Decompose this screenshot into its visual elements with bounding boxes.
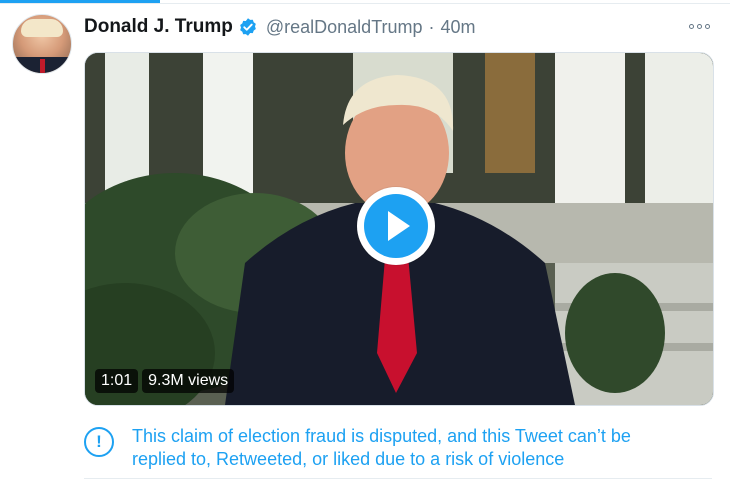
play-button[interactable] bbox=[357, 187, 435, 265]
video-view-count: 9.3M views bbox=[142, 369, 235, 393]
tweet-timestamp[interactable]: 40m bbox=[441, 17, 476, 38]
play-icon bbox=[364, 194, 428, 258]
author-name[interactable]: Donald J. Trump bbox=[84, 16, 233, 38]
disputed-claim-notice[interactable]: ! This claim of election fraud is disput… bbox=[84, 418, 712, 476]
author-handle[interactable]: @realDonaldTrump bbox=[266, 17, 423, 38]
more-options-icon[interactable] bbox=[689, 20, 711, 32]
video-duration: 1:01 bbox=[95, 369, 139, 393]
notice-line-1: This claim of election fraud is disputed… bbox=[132, 426, 631, 446]
avatar[interactable] bbox=[12, 14, 72, 74]
video-player[interactable]: 1:01 9.3M views bbox=[84, 52, 714, 406]
video-meta: 1:01 9.3M views bbox=[95, 369, 235, 393]
header-separator: · bbox=[428, 16, 435, 37]
bottom-divider bbox=[84, 478, 712, 479]
notice-line-2: replied to, Retweeted, or liked due to a… bbox=[132, 449, 565, 469]
exclamation-circle-icon: ! bbox=[84, 427, 114, 457]
tweet-header: Donald J. Trump @realDonaldTrump · 40m bbox=[84, 14, 476, 40]
verified-badge-icon bbox=[240, 18, 256, 36]
notice-text[interactable]: This claim of election fraud is disputed… bbox=[132, 425, 692, 471]
top-divider bbox=[0, 3, 730, 4]
